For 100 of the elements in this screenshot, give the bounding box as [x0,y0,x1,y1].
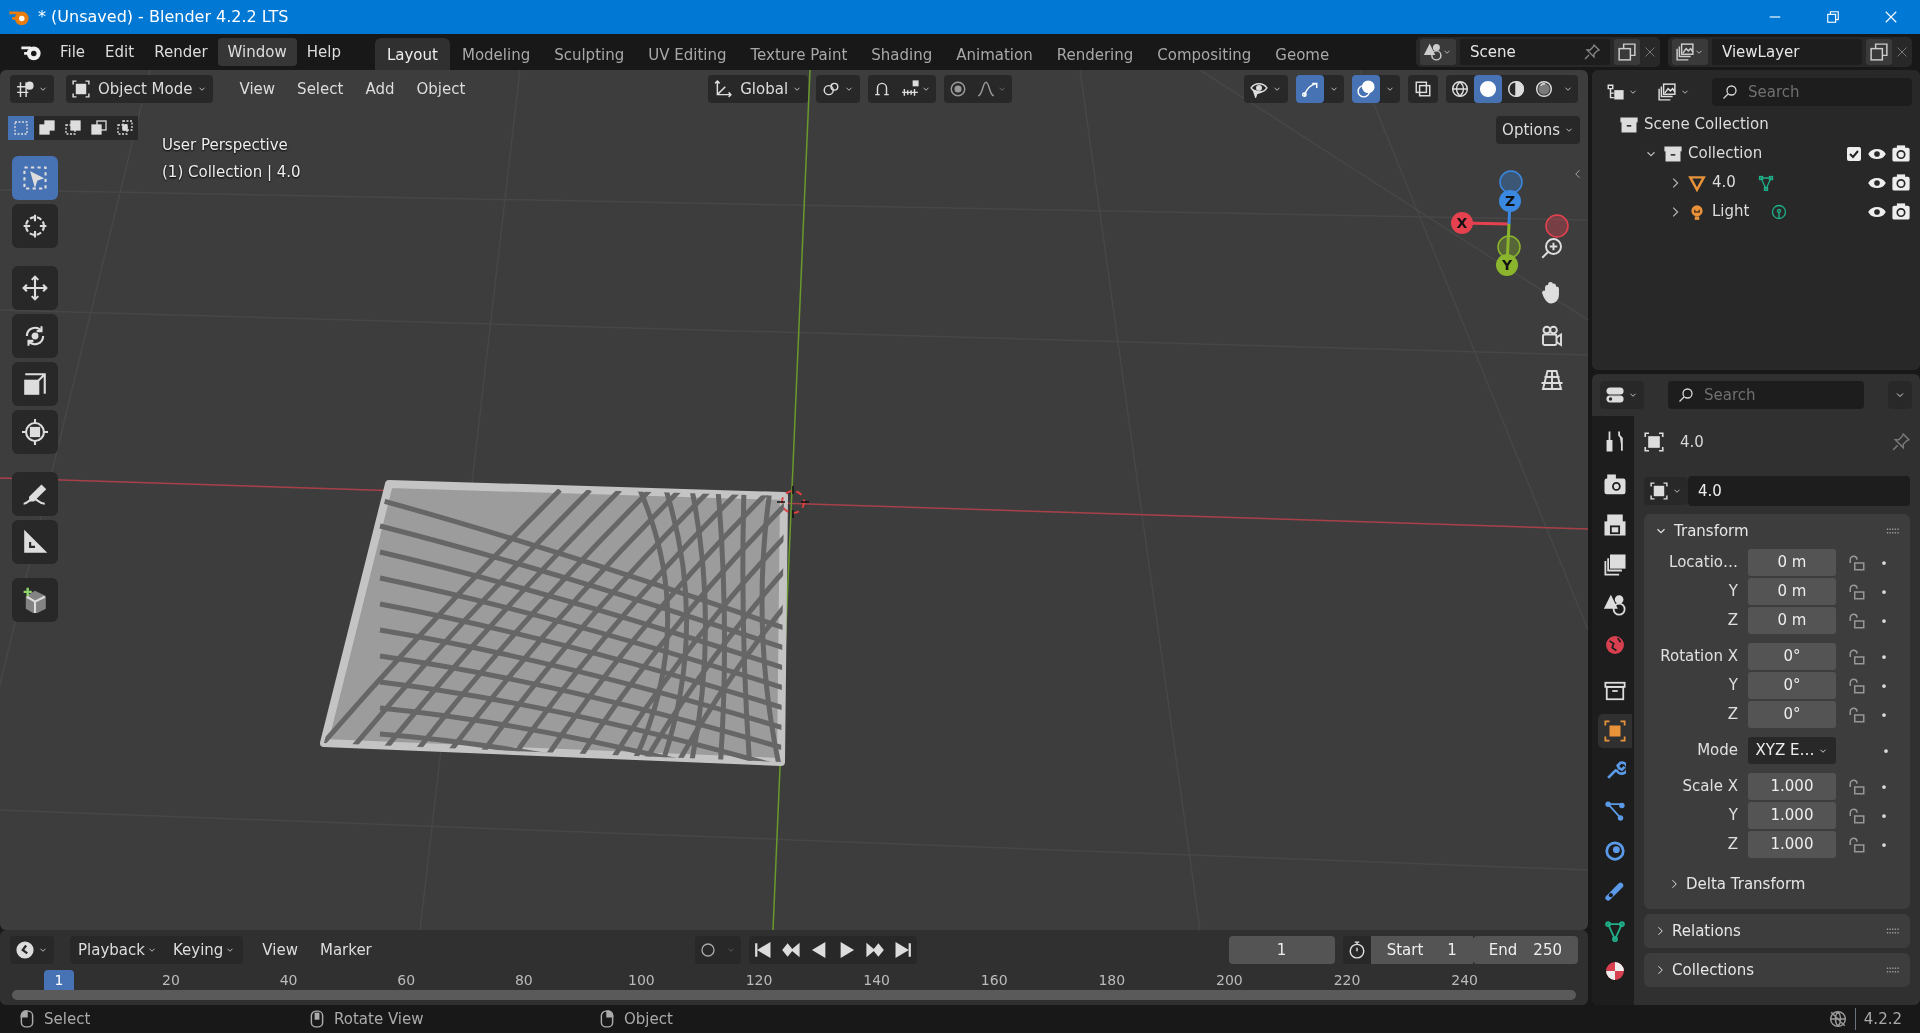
menu-item[interactable]: Select [286,77,355,101]
orientation-dropdown[interactable]: Global [708,75,809,103]
close-icon[interactable] [1896,46,1908,58]
mode-dropdown[interactable]: Object Mode [66,75,213,103]
workspace-tab[interactable]: Rendering [1044,37,1146,70]
start-frame-field[interactable]: Start 1 [1370,936,1473,964]
visibility-dropdown[interactable] [1244,75,1288,103]
number-field[interactable]: 0° [1748,701,1836,728]
tree-item-label[interactable]: Collection [1688,142,1763,165]
workspace-tab[interactable]: Modeling [449,37,543,70]
light-data-icon[interactable] [1771,203,1788,220]
pivot-dropdown[interactable] [816,75,861,103]
workspace-tab[interactable]: Layout [374,37,450,70]
workspace-tab[interactable]: Shading [859,37,945,70]
editor-type-button[interactable] [1600,381,1644,409]
view-layer-selector-button[interactable] [1672,39,1708,65]
menu-dropdown[interactable]: Playback [70,936,165,964]
tool-button[interactable] [12,314,58,358]
lock-icon[interactable] [1848,647,1866,666]
tool-button[interactable] [12,204,58,248]
pin-icon[interactable] [1892,433,1910,451]
camera-icon[interactable] [1892,173,1910,192]
gizmo-toggle[interactable] [1296,75,1324,103]
workspace-tab[interactable]: Texture Paint [738,37,860,70]
number-field[interactable]: 0 m [1748,549,1836,576]
select-mode-button[interactable] [112,116,138,140]
scene-selector-button[interactable] [1420,39,1456,65]
menu-item[interactable]: Render [144,37,218,67]
lock-icon[interactable] [1848,676,1866,695]
pin-icon[interactable] [1584,44,1600,60]
options-dropdown[interactable]: Options [1496,116,1580,144]
timeline-scrollbar[interactable] [12,990,1576,1000]
number-field[interactable]: 0 m [1748,578,1836,605]
menu-item[interactable]: Add [354,77,406,101]
current-frame-field[interactable]: 1 [1228,936,1335,964]
tool-button[interactable] [12,266,58,310]
tree-item-label[interactable]: 4.0 [1712,171,1736,194]
axis-handle[interactable]: Y [1496,223,1518,276]
number-field[interactable]: 0° [1748,672,1836,699]
shading-button[interactable] [1474,75,1502,103]
tool-button[interactable] [12,362,58,406]
number-field[interactable]: 0 m [1748,607,1836,634]
panel-header[interactable]: Relations [1644,914,1910,948]
number-field[interactable]: 1.000 [1748,802,1836,829]
mode-dropdown[interactable]: XYZ E… [1748,737,1836,764]
new-scene-button[interactable] [1614,39,1640,65]
new-view-layer-button[interactable] [1866,39,1892,65]
panel-header[interactable]: Transform [1644,514,1910,548]
end-frame-field[interactable]: End 250 [1472,936,1578,964]
number-field[interactable]: 1.000 [1748,831,1836,858]
object-dropdown[interactable] [1644,477,1688,505]
close-icon[interactable] [1644,46,1656,58]
number-field[interactable]: 1.000 [1748,773,1836,800]
select-mode-button[interactable] [34,116,60,140]
camera-icon[interactable] [1892,144,1910,163]
menu-item[interactable]: View [251,938,309,962]
lock-icon[interactable] [1848,553,1866,572]
camera-icon[interactable] [1892,202,1910,221]
menu-dropdown[interactable]: Keying [164,936,244,964]
tool-button[interactable] [12,578,58,622]
tree-item-label[interactable]: Scene Collection [1644,113,1769,136]
lock-icon[interactable] [1848,582,1866,601]
menu-item[interactable]: Object [405,77,477,101]
view-layer-field[interactable]: ViewLayer [1712,39,1862,65]
search-field[interactable]: Search [1668,381,1864,409]
tree-item-label[interactable]: Light [1712,200,1750,223]
tool-button[interactable] [12,520,58,564]
axis-handle[interactable] [1499,170,1523,194]
workspace-tab[interactable]: Sculpting [542,37,637,70]
lock-icon[interactable] [1848,611,1866,630]
menu-item[interactable]: View [228,77,287,101]
editor-type-button[interactable] [10,75,54,103]
menu-item[interactable]: Help [296,37,351,67]
number-field[interactable]: 0° [1748,643,1836,670]
lock-icon[interactable] [1848,806,1866,825]
overlay-toggle[interactable] [1352,75,1380,103]
subpanel-header[interactable]: Delta Transform [1644,867,1910,901]
workspace-tab[interactable]: Animation [944,37,1045,70]
xray-toggle[interactable] [1408,75,1438,103]
lock-icon[interactable] [1848,705,1866,724]
search-field[interactable]: Search [1712,78,1912,106]
workspace-tab[interactable]: Compositing [1145,37,1264,70]
editor-type-button[interactable] [10,936,54,964]
axis-handle[interactable] [1545,214,1569,238]
checkbox[interactable] [1846,145,1862,162]
menu-item[interactable]: Window [217,37,297,67]
axis-handle[interactable]: X [1451,212,1510,234]
menu-item[interactable]: File [50,37,96,67]
lock-icon[interactable] [1848,777,1866,796]
name-field[interactable]: 4.0 [1688,476,1910,506]
mesh-data-icon[interactable] [1757,174,1774,191]
workspace-tab[interactable]: Geome [1263,37,1342,70]
playhead-frame[interactable]: 1 [44,970,74,990]
menu-item[interactable]: Edit [95,37,145,67]
tool-button[interactable] [12,410,58,454]
menu-item[interactable]: Marker [308,938,383,962]
workspace-tab[interactable]: UV Editing [636,37,739,70]
lock-icon[interactable] [1848,835,1866,854]
scene-name-field[interactable]: Scene [1460,39,1610,65]
panel-header[interactable]: Collections [1644,953,1910,987]
